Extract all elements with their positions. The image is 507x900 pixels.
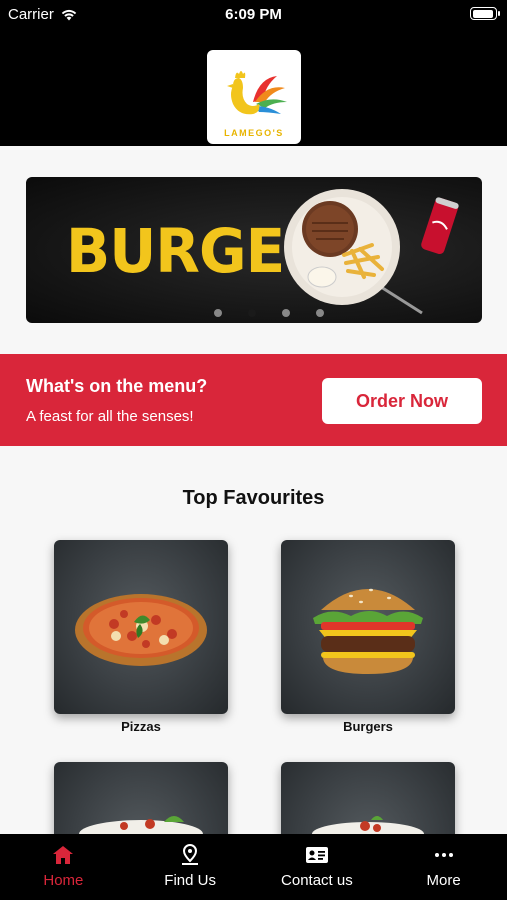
home-icon xyxy=(53,846,74,864)
location-pin-icon xyxy=(182,844,199,865)
more-dots-icon xyxy=(434,853,453,857)
favourite-tile-pizzas[interactable] xyxy=(54,540,228,714)
carousel-dot[interactable] xyxy=(282,309,290,317)
bottom-tab-bar: Home Find Us Contact us More xyxy=(0,834,507,900)
promo-banner-carousel[interactable]: BURGER xyxy=(26,177,482,323)
tab-contact-us[interactable]: Contact us xyxy=(254,834,381,900)
tab-label-more: More xyxy=(426,872,461,889)
tile-label-pizzas: Pizzas xyxy=(121,719,161,734)
carousel-dot[interactable] xyxy=(316,309,324,317)
promo-subtitle: A feast for all the senses! xyxy=(26,408,194,425)
carousel-pagination[interactable] xyxy=(26,309,482,323)
burger-plate-image xyxy=(284,189,459,315)
tab-find-us[interactable]: Find Us xyxy=(127,834,254,900)
favourite-tile-burgers[interactable] xyxy=(281,540,455,714)
pizza-image xyxy=(75,594,207,666)
menu-promo-strip: What's on the menu? A feast for all the … xyxy=(0,354,507,446)
burger-image xyxy=(313,588,423,674)
tab-label-find-us: Find Us xyxy=(164,872,216,889)
tab-label-home: Home xyxy=(43,872,84,889)
carousel-dot-active[interactable] xyxy=(248,309,256,317)
status-time: 6:09 PM xyxy=(225,6,282,23)
app-header: Carrier 6:09 PM LAMEGO'S xyxy=(0,0,507,146)
status-bar: Carrier 6:09 PM xyxy=(0,0,507,30)
tab-label-contact-us: Contact us xyxy=(281,872,353,889)
tab-more[interactable]: More xyxy=(380,834,507,900)
tab-home[interactable]: Home xyxy=(0,834,127,900)
logo-wordmark: LAMEGO'S xyxy=(224,128,284,138)
order-now-button[interactable]: Order Now xyxy=(322,378,482,424)
carousel-dot[interactable] xyxy=(214,309,222,317)
battery-icon xyxy=(470,7,500,20)
promo-title: What's on the menu? xyxy=(26,376,208,396)
section-title: Top Favourites xyxy=(182,487,325,509)
rooster-logo-icon xyxy=(227,71,287,115)
tile-label-burgers: Burgers xyxy=(343,719,393,734)
contact-card-icon xyxy=(305,847,328,863)
brand-logo[interactable]: LAMEGO'S xyxy=(207,50,301,144)
